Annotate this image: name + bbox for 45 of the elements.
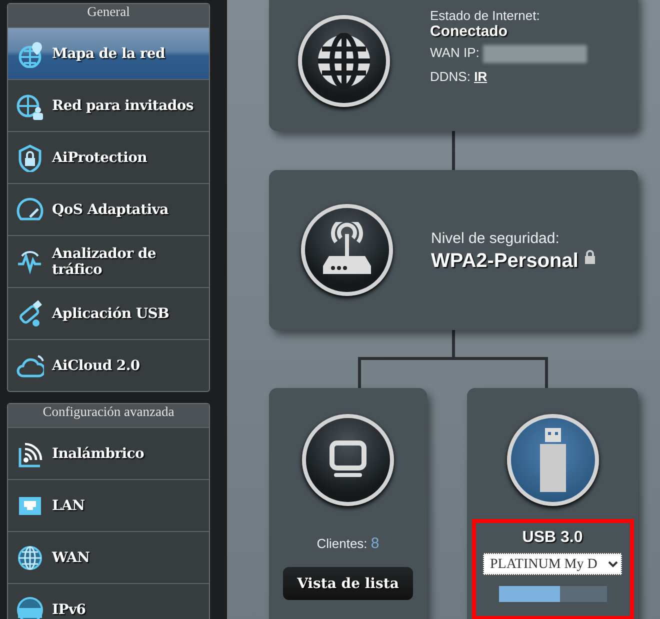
device-dropdown[interactable]: PLATINUM My D — [483, 553, 622, 575]
sidebar-item[interactable]: Red para invitados — [8, 80, 209, 132]
sidebar-item[interactable]: IPv6 — [8, 584, 209, 619]
sidebar-item[interactable]: LAN — [8, 480, 209, 532]
monitor-icon — [328, 440, 368, 480]
list-view-button[interactable]: Vista de lista — [283, 567, 413, 600]
sidebar-item-label: Analizador de tráfico — [52, 246, 157, 278]
globe-icon — [16, 544, 44, 572]
sidebar-item-label: IPv6 — [52, 602, 86, 618]
menu-heading: General — [8, 4, 209, 28]
ddns-label: DDNS: — [430, 69, 470, 84]
ddns-link[interactable]: IR — [474, 69, 488, 84]
shield-lock-icon — [16, 144, 44, 172]
usb-title: USB 3.0 — [522, 529, 583, 547]
usb-drive-icon — [538, 428, 568, 492]
sidebar-item[interactable]: AiProtection — [8, 132, 209, 184]
sidebar-item[interactable]: Aplicación USB — [8, 288, 209, 340]
menu-heading: Configuración avanzada — [8, 404, 209, 428]
sidebar-item[interactable]: Inalámbrico — [8, 428, 209, 480]
globe-icon — [316, 32, 372, 88]
sidebar-item[interactable]: Analizador de tráfico — [8, 236, 209, 288]
sidebar-item-label: Mapa de la red — [52, 46, 166, 62]
gauge-icon — [16, 196, 44, 224]
sidebar-item-label: AiCloud 2.0 — [52, 358, 140, 374]
sidebar-item-label: AiProtection — [52, 150, 148, 166]
sidebar-item[interactable]: Mapa de la red — [8, 28, 209, 80]
sidebar-item[interactable]: AiCloud 2.0 — [8, 340, 209, 391]
status-label: Estado de Internet: — [430, 7, 541, 25]
sidebar-item-label: QoS Adaptativa — [52, 202, 168, 218]
security-label: Nivel de seguridad: — [431, 228, 560, 248]
globe-pin-icon — [16, 40, 44, 68]
sidebar-item[interactable]: QoS Adaptativa — [8, 184, 209, 236]
connector-line — [452, 131, 455, 171]
wan-ip-label: WAN IP: — [430, 45, 480, 60]
lock-icon — [584, 250, 596, 264]
clients-count: 8 — [370, 535, 380, 552]
sidebar-item[interactable]: WAN — [8, 532, 209, 584]
security-value: WPA2-Personal — [431, 250, 578, 272]
sidebar-item-label: LAN — [52, 498, 85, 514]
sidebar-item-label: WAN — [52, 550, 90, 566]
sidebar-item-label: Inalámbrico — [52, 446, 144, 462]
clients-label: Clientes: — [316, 536, 368, 551]
sidebar-item-label: Red para invitados — [52, 98, 194, 114]
sidebar-item-label: Aplicación USB — [52, 306, 170, 322]
status-value: Conectado — [430, 23, 509, 40]
